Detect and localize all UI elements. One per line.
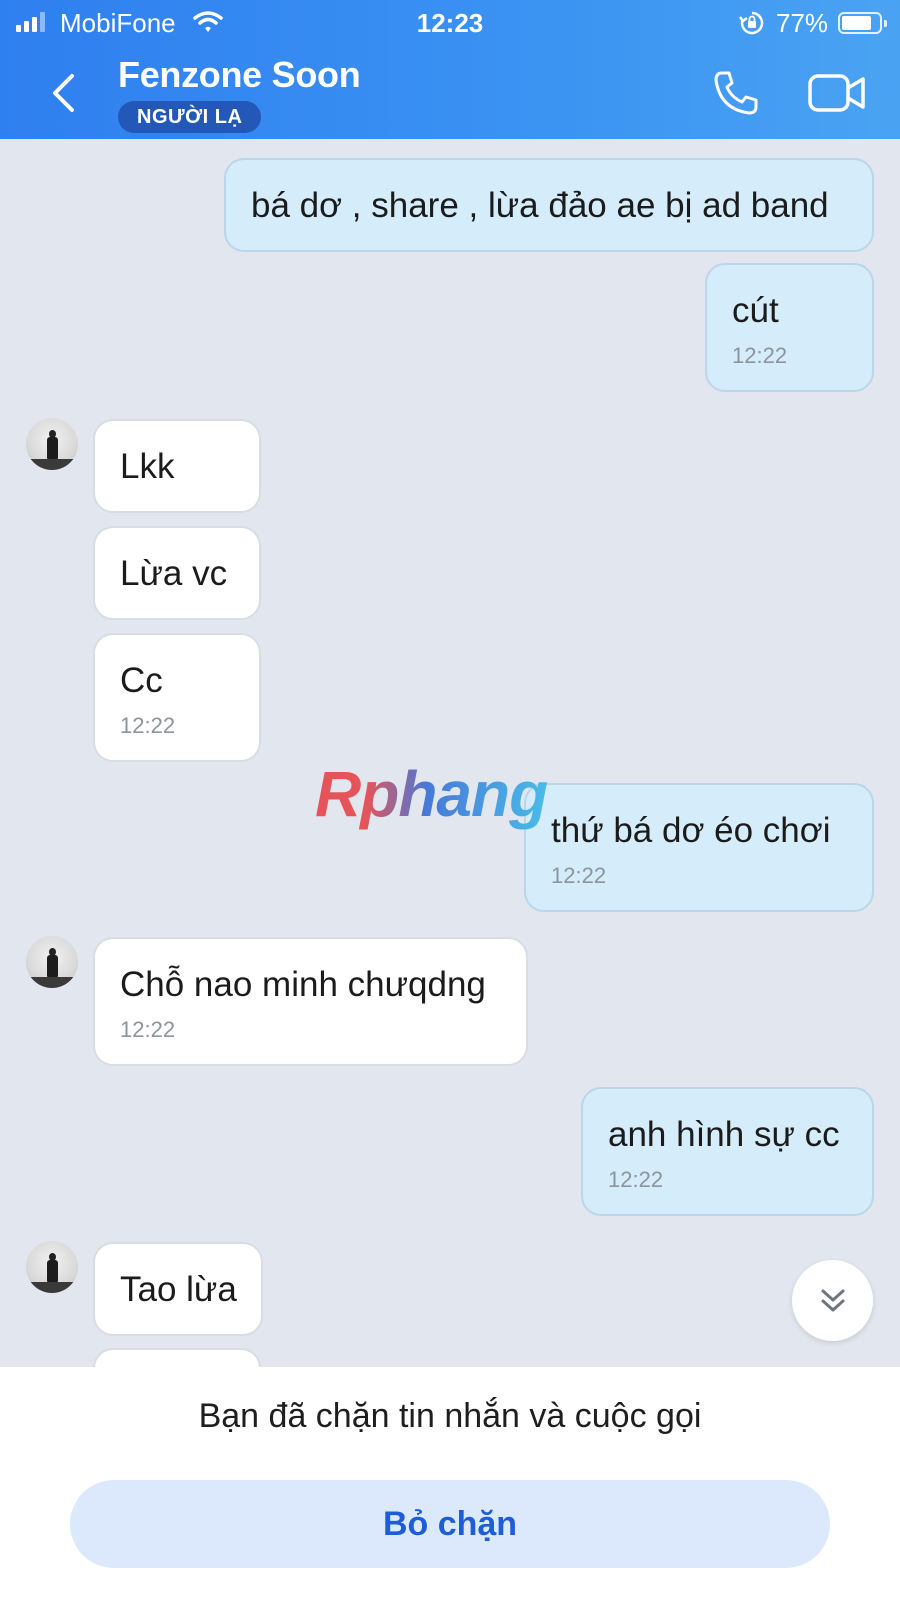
message-bubble-out[interactable]: bá dơ , share , lừa đảo ae bị ad band xyxy=(224,158,874,252)
message-time: 12:22 xyxy=(551,863,607,888)
watermark-logo: Rphang xyxy=(315,758,548,830)
message-bubble-in[interactable]: Cc 12:22 xyxy=(93,633,261,762)
message-time: 12:22 xyxy=(120,1017,176,1042)
rotation-lock-icon xyxy=(739,10,765,41)
battery-percent: 77% xyxy=(776,8,829,38)
message-bubble-out[interactable]: anh hình sự cc 12:22 xyxy=(581,1087,874,1216)
message-text: anh hình sự cc xyxy=(608,1115,840,1154)
message-bubble-in[interactable]: Tao lừa xyxy=(93,1242,263,1336)
message-text: bá dơ , share , lừa đảo ae bị ad band xyxy=(251,186,829,225)
message-bubble-in[interactable]: Lừa vc xyxy=(93,526,261,620)
message-text: Tao lừa xyxy=(120,1270,237,1309)
message-time: 12:22 xyxy=(120,713,176,738)
message-text: Lkk xyxy=(120,447,175,486)
blocked-message: Bạn đã chặn tin nhắn và cuộc gọi xyxy=(198,1397,702,1435)
message-text: thứ bá dơ éo chơi xyxy=(551,811,831,850)
battery-icon xyxy=(838,12,887,34)
message-list[interactable]: bá dơ , share , lừa đảo ae bị ad band cú… xyxy=(0,139,900,1367)
chevron-double-down-icon xyxy=(821,1289,845,1312)
message-bubble-in[interactable]: Chỗ nao minh chưqdng 12:22 xyxy=(93,937,528,1066)
message-text: Lừa vc xyxy=(120,554,228,593)
message-text: Chỗ nao minh chưqdng xyxy=(120,965,486,1004)
video-call-icon[interactable] xyxy=(808,72,866,114)
message-bubble-out[interactable]: thứ bá dơ éo chơi 12:22 xyxy=(524,783,874,912)
avatar[interactable] xyxy=(26,936,78,988)
blocked-footer: Bạn đã chặn tin nhắn và cuộc gọi Bỏ chặn xyxy=(0,1367,900,1600)
stranger-badge: NGƯỜI LẠ xyxy=(118,101,262,133)
status-time: 12:23 xyxy=(416,8,484,38)
status-bar: MobiFone 12:23 77% xyxy=(0,0,900,46)
message-time: 12:22 xyxy=(732,343,788,368)
message-bubble-out[interactable]: cút 12:22 xyxy=(705,263,874,392)
back-icon[interactable] xyxy=(44,68,84,118)
avatar[interactable] xyxy=(26,418,78,470)
avatar[interactable] xyxy=(26,1241,78,1293)
message-bubble-in[interactable] xyxy=(93,1348,261,1367)
message-bubble-in[interactable]: Lkk xyxy=(93,419,261,513)
message-text: Cc xyxy=(120,661,163,700)
contact-name[interactable]: Fenzone Soon xyxy=(118,54,361,96)
message-time: 12:22 xyxy=(608,1167,664,1192)
scroll-to-bottom-button[interactable] xyxy=(792,1260,873,1341)
phone-icon[interactable] xyxy=(712,69,760,117)
chat-header: MobiFone 12:23 77% Fenzone Soon NGƯỜI LẠ xyxy=(0,0,900,139)
unblock-button[interactable]: Bỏ chặn xyxy=(70,1480,830,1568)
message-text: cút xyxy=(732,291,779,330)
